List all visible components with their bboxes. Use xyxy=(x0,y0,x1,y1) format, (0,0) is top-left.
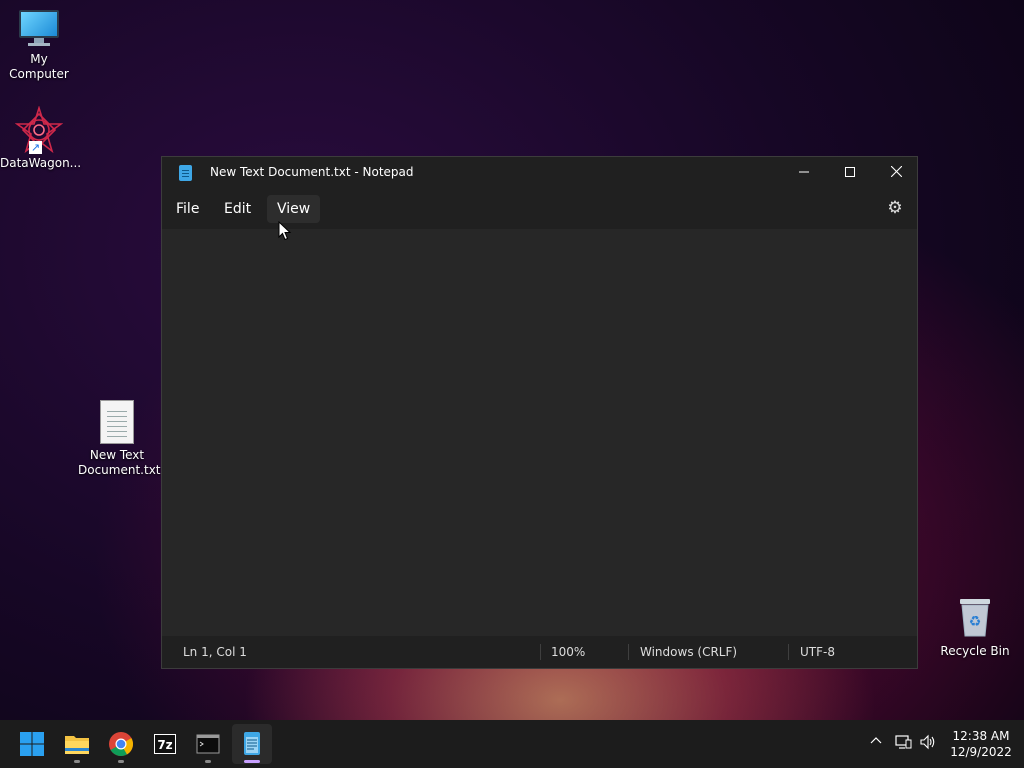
volume-icon[interactable] xyxy=(918,734,938,754)
minimize-icon xyxy=(799,171,809,173)
taskbar-terminal[interactable] xyxy=(188,724,228,764)
minimize-button[interactable] xyxy=(781,157,827,189)
network-icon[interactable] xyxy=(893,734,913,754)
status-encoding: UTF-8 xyxy=(800,645,835,659)
menu-edit[interactable]: Edit xyxy=(214,195,261,223)
start-button[interactable] xyxy=(12,724,52,764)
7zip-icon: 7z xyxy=(154,734,176,754)
show-hidden-icons-chevron-up-icon[interactable] xyxy=(866,734,886,754)
maximize-button[interactable] xyxy=(827,157,873,189)
recycle-bin-icon: ♻ xyxy=(957,596,993,638)
clock-date: 12/9/2022 xyxy=(950,745,1012,759)
menu-file[interactable]: File xyxy=(166,195,209,223)
desktop-icon-new-text-document[interactable]: New Text Document.txt xyxy=(78,400,161,478)
svg-text:♻: ♻ xyxy=(969,614,982,630)
taskbar-chrome[interactable] xyxy=(101,724,141,764)
terminal-icon xyxy=(196,734,220,754)
desktop-icon-recycle-bin[interactable]: ♻ Recycle Bin xyxy=(936,596,1014,659)
desktop-icon-label: New Text Document.txt xyxy=(78,448,161,477)
chrome-icon xyxy=(109,732,134,757)
notepad-icon xyxy=(179,165,192,181)
shortcut-arrow-icon: ↗ xyxy=(29,141,42,154)
maximize-icon xyxy=(845,167,855,177)
taskbar-file-explorer[interactable] xyxy=(57,724,97,764)
desktop-icon-my-computer[interactable]: My Computer xyxy=(0,10,78,82)
text-editor-area[interactable] xyxy=(162,229,917,636)
notepad-icon xyxy=(244,732,260,755)
computer-icon xyxy=(19,10,59,48)
close-button[interactable] xyxy=(873,157,919,189)
close-icon xyxy=(890,165,902,178)
settings-gear-icon[interactable]: ⚙ xyxy=(884,197,906,219)
file-explorer-icon xyxy=(65,736,89,754)
taskbar-notepad[interactable] xyxy=(232,724,272,764)
desktop-icon-label: DataWagon... xyxy=(0,156,82,170)
mouse-cursor-icon xyxy=(278,221,292,241)
window-title: New Text Document.txt - Notepad xyxy=(210,165,414,179)
status-zoom: 100% xyxy=(551,645,586,659)
menu-view[interactable]: View xyxy=(267,195,321,223)
datawagon-logo-icon: ↗ xyxy=(14,105,64,154)
text-file-icon xyxy=(100,400,134,444)
status-divider xyxy=(788,644,789,660)
status-divider xyxy=(540,644,541,660)
status-line-ending: Windows (CRLF) xyxy=(640,645,738,659)
clock-time: 12:38 AM xyxy=(952,729,1010,743)
desktop-icon-label: Recycle Bin xyxy=(940,644,1010,658)
notepad-window: New Text Document.txt - Notepad File Edi… xyxy=(161,156,918,669)
status-bar: Ln 1, Col 1 100% Windows (CRLF) UTF-8 xyxy=(162,636,917,668)
status-divider xyxy=(628,644,629,660)
menu-bar: File Edit View ⚙ xyxy=(162,189,917,229)
desktop-icon-datawagon[interactable]: ↗ DataWagon... xyxy=(0,105,82,171)
start-icon xyxy=(20,732,44,756)
taskbar-7zip[interactable]: 7z xyxy=(145,724,185,764)
svg-text:7z: 7z xyxy=(157,738,172,752)
desktop-icon-label: My Computer xyxy=(9,52,69,81)
status-cursor-position: Ln 1, Col 1 xyxy=(183,645,247,659)
taskbar: 7z 12:38 AM 12/9/2022 xyxy=(0,720,1024,768)
system-clock[interactable]: 12:38 AM 12/9/2022 xyxy=(948,728,1014,760)
title-bar[interactable]: New Text Document.txt - Notepad xyxy=(162,157,917,189)
